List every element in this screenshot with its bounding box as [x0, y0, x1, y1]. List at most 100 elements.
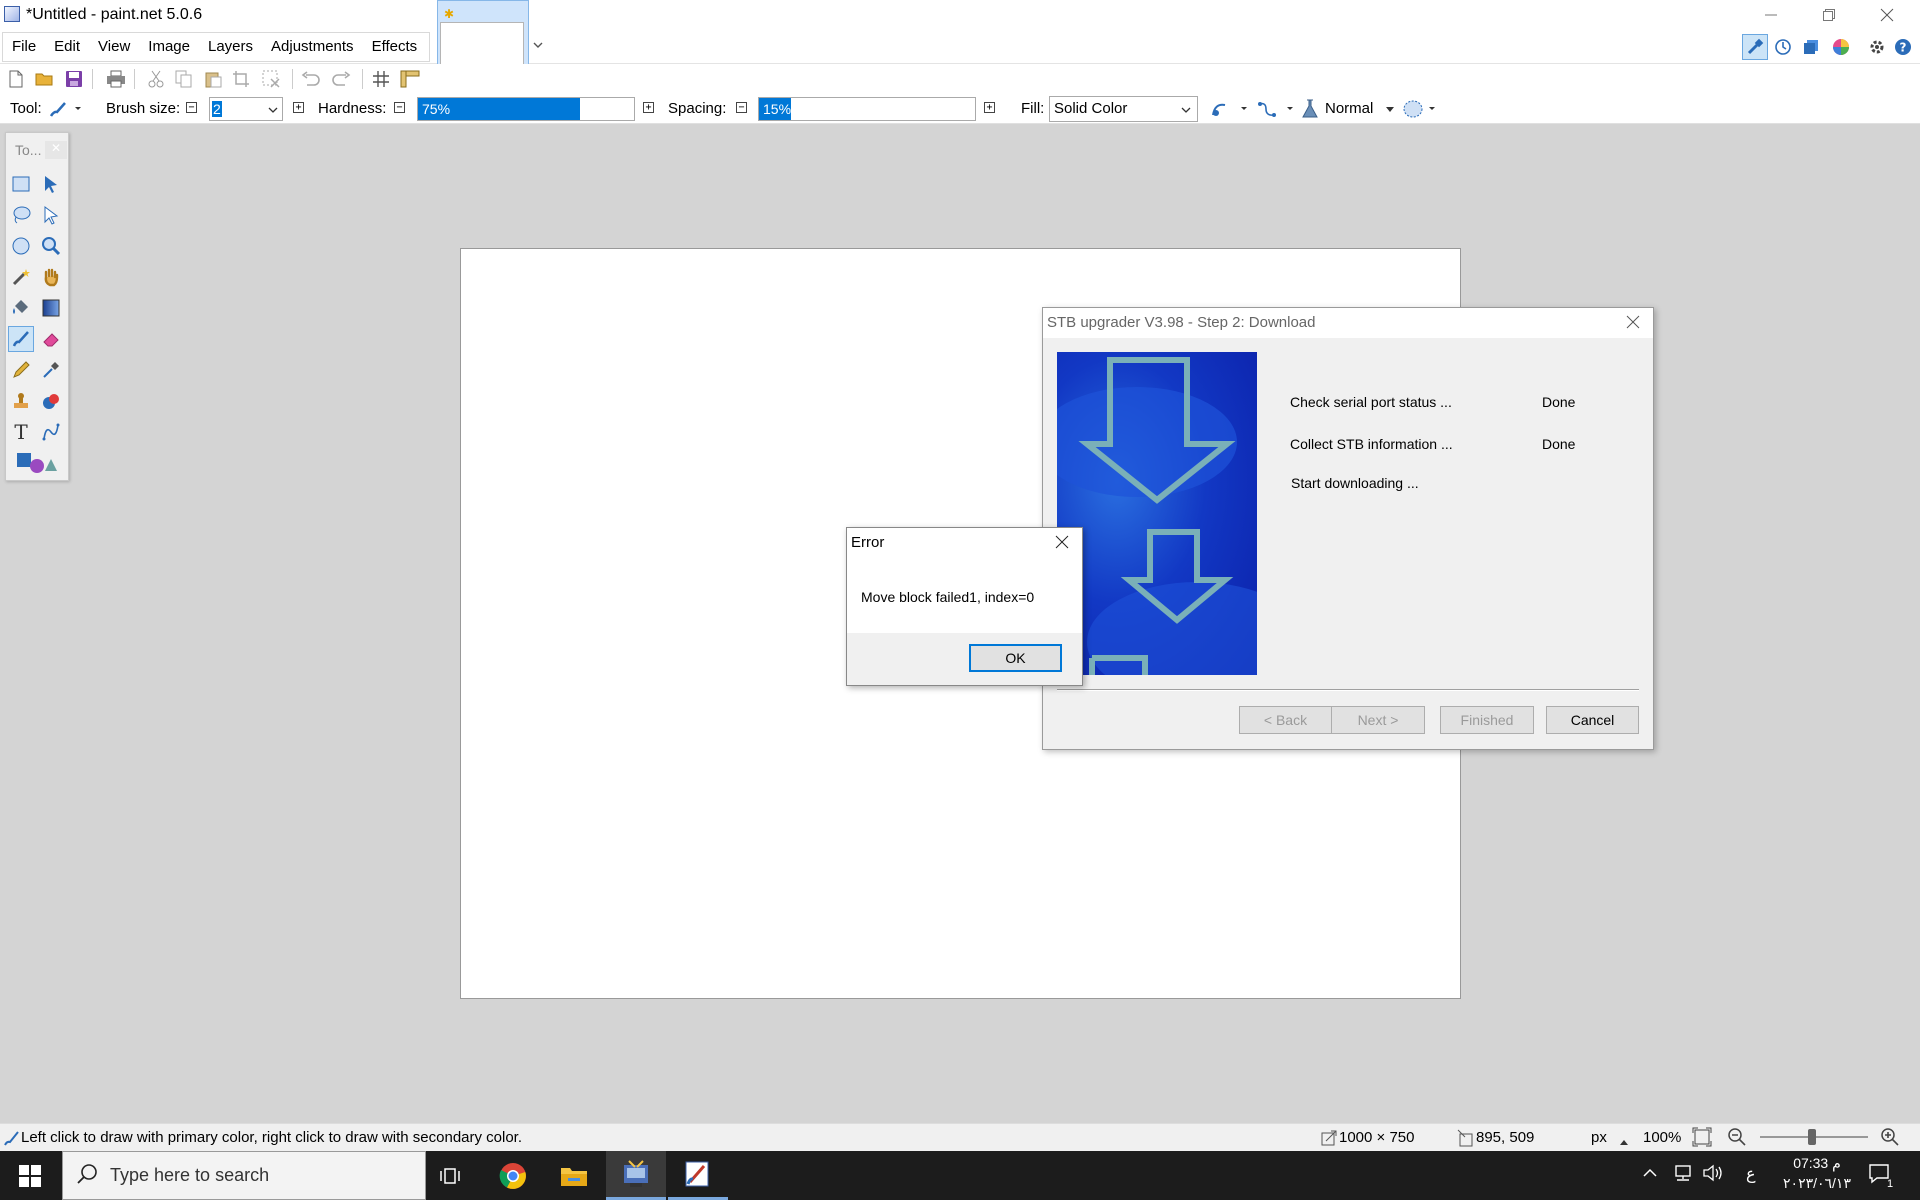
print-button[interactable]	[105, 68, 127, 90]
save-file-button[interactable]	[63, 68, 85, 90]
menu-bar: File Edit View Image Layers Adjustments …	[2, 32, 430, 62]
input-language-indicator[interactable]: ع	[1746, 1164, 1756, 1184]
spacing-slider[interactable]: 15%	[758, 97, 976, 121]
color-picker-tool[interactable]	[38, 357, 64, 383]
tool-selector[interactable]	[48, 98, 84, 120]
selection-clipping-dropdown[interactable]	[1402, 98, 1442, 120]
undo-icon	[301, 71, 320, 86]
volume-button[interactable]	[1702, 1164, 1724, 1187]
zoom-to-window-button[interactable]	[1692, 1127, 1712, 1152]
spacing-value: 15%	[763, 101, 792, 117]
pan-tool[interactable]	[38, 264, 64, 290]
new-file-button[interactable]	[5, 68, 27, 90]
tools-toggle-button[interactable]	[1742, 34, 1768, 60]
hardness-increase-button[interactable]: +	[643, 102, 654, 113]
line-curve-icon	[42, 423, 60, 441]
tabs-dropdown-chevron-icon[interactable]	[533, 38, 543, 52]
zoom-level[interactable]: 100%	[1643, 1129, 1681, 1146]
deselect-button[interactable]	[260, 68, 282, 90]
units-selector[interactable]: px	[1591, 1129, 1607, 1146]
brush-size-increase-button[interactable]: +	[293, 102, 304, 113]
menu-adjustments[interactable]: Adjustments	[262, 33, 363, 61]
stb-dialog-close-button[interactable]	[1618, 310, 1648, 336]
ellipse-select-tool[interactable]	[8, 233, 34, 259]
gradient-tool[interactable]	[38, 295, 64, 321]
chevron-up-icon	[1643, 1168, 1657, 1177]
toggle-pixel-grid-button[interactable]	[370, 68, 392, 90]
open-file-button[interactable]	[34, 68, 56, 90]
spacing-decrease-button[interactable]: −	[736, 102, 747, 113]
restore-button[interactable]	[1800, 0, 1858, 30]
task-view-button[interactable]	[420, 1151, 480, 1200]
text-tool[interactable]: T	[8, 419, 34, 445]
toggle-rulers-button[interactable]	[399, 68, 421, 90]
magic-wand-tool[interactable]	[8, 264, 34, 290]
taskbar-stb-upgrader[interactable]	[606, 1151, 666, 1200]
paint-bucket-tool[interactable]	[8, 295, 34, 321]
menu-effects[interactable]: Effects	[363, 33, 427, 61]
menu-view[interactable]: View	[89, 33, 139, 61]
clock-date[interactable]: ٢٠٢٣/٠٦/١٣	[1776, 1175, 1858, 1192]
zoom-out-button[interactable]	[1727, 1127, 1747, 1152]
network-status-button[interactable]	[1673, 1164, 1695, 1187]
undo-button[interactable]	[300, 68, 322, 90]
fill-label: Fill:	[1021, 100, 1045, 117]
move-selection-tool[interactable]	[38, 202, 64, 228]
colors-toggle-button[interactable]	[1828, 34, 1854, 60]
taskbar-paintnet[interactable]	[668, 1151, 728, 1200]
cut-button[interactable]	[145, 68, 167, 90]
clone-stamp-tool[interactable]	[8, 388, 34, 414]
antialiasing-dropdown[interactable]	[1210, 98, 1250, 120]
shapes-tool[interactable]	[15, 451, 57, 477]
settings-button[interactable]	[1864, 34, 1890, 60]
paste-icon	[205, 72, 222, 88]
clock-time[interactable]: 07:33 م	[1782, 1155, 1852, 1172]
fill-select[interactable]: Solid Color	[1049, 96, 1198, 122]
paintbrush-tool[interactable]	[8, 326, 34, 352]
pencil-tool[interactable]	[8, 357, 34, 383]
zoom-tool[interactable]	[38, 233, 64, 259]
redo-button[interactable]	[330, 68, 352, 90]
hardness-value: 75%	[422, 101, 451, 117]
move-selected-pixels-tool[interactable]	[38, 171, 64, 197]
crop-to-selection-button[interactable]	[230, 68, 252, 90]
zoom-slider-thumb[interactable]	[1808, 1129, 1816, 1145]
eraser-tool[interactable]	[38, 326, 64, 352]
tools-panel-close-button[interactable]: ✕	[45, 141, 67, 159]
cancel-button[interactable]: Cancel	[1546, 706, 1639, 734]
units-up-chevron-icon[interactable]	[1619, 1134, 1629, 1152]
next-button[interactable]: Next >	[1331, 706, 1425, 734]
blend-mode-dropdown[interactable]: Normal	[1300, 98, 1400, 120]
history-toggle-button[interactable]	[1770, 34, 1796, 60]
taskbar-file-explorer[interactable]	[544, 1151, 604, 1200]
menu-file[interactable]: File	[3, 33, 45, 61]
hardness-decrease-button[interactable]: −	[394, 102, 405, 113]
brush-size-combobox[interactable]: 2	[209, 97, 283, 121]
hardness-slider[interactable]: 75%	[417, 97, 635, 121]
alpha-blending-dropdown[interactable]	[1256, 98, 1296, 120]
start-button[interactable]	[0, 1151, 60, 1200]
paste-button[interactable]	[202, 68, 224, 90]
rectangle-select-tool[interactable]	[8, 171, 34, 197]
back-button[interactable]: < Back	[1239, 706, 1332, 734]
error-dialog-close-button[interactable]	[1048, 530, 1076, 556]
menu-layers[interactable]: Layers	[199, 33, 262, 61]
ok-button[interactable]: OK	[969, 644, 1062, 672]
brush-size-label: Brush size:	[106, 100, 181, 117]
line-curve-tool[interactable]	[38, 419, 64, 445]
help-button[interactable]: ?	[1890, 34, 1916, 60]
layers-toggle-button[interactable]	[1798, 34, 1824, 60]
lasso-select-tool[interactable]	[8, 202, 34, 228]
recolor-tool[interactable]	[38, 388, 64, 414]
brush-size-decrease-button[interactable]: −	[186, 102, 197, 113]
taskbar-chrome[interactable]	[483, 1151, 543, 1200]
copy-button[interactable]	[173, 68, 195, 90]
menu-image[interactable]: Image	[139, 33, 199, 61]
spacing-increase-button[interactable]: +	[984, 102, 995, 113]
zoom-in-button[interactable]	[1880, 1127, 1900, 1152]
show-hidden-icons-button[interactable]	[1642, 1166, 1658, 1184]
minimize-button[interactable]	[1742, 0, 1800, 30]
close-window-button[interactable]	[1858, 0, 1916, 30]
finished-button[interactable]: Finished	[1440, 706, 1534, 734]
menu-edit[interactable]: Edit	[45, 33, 89, 61]
